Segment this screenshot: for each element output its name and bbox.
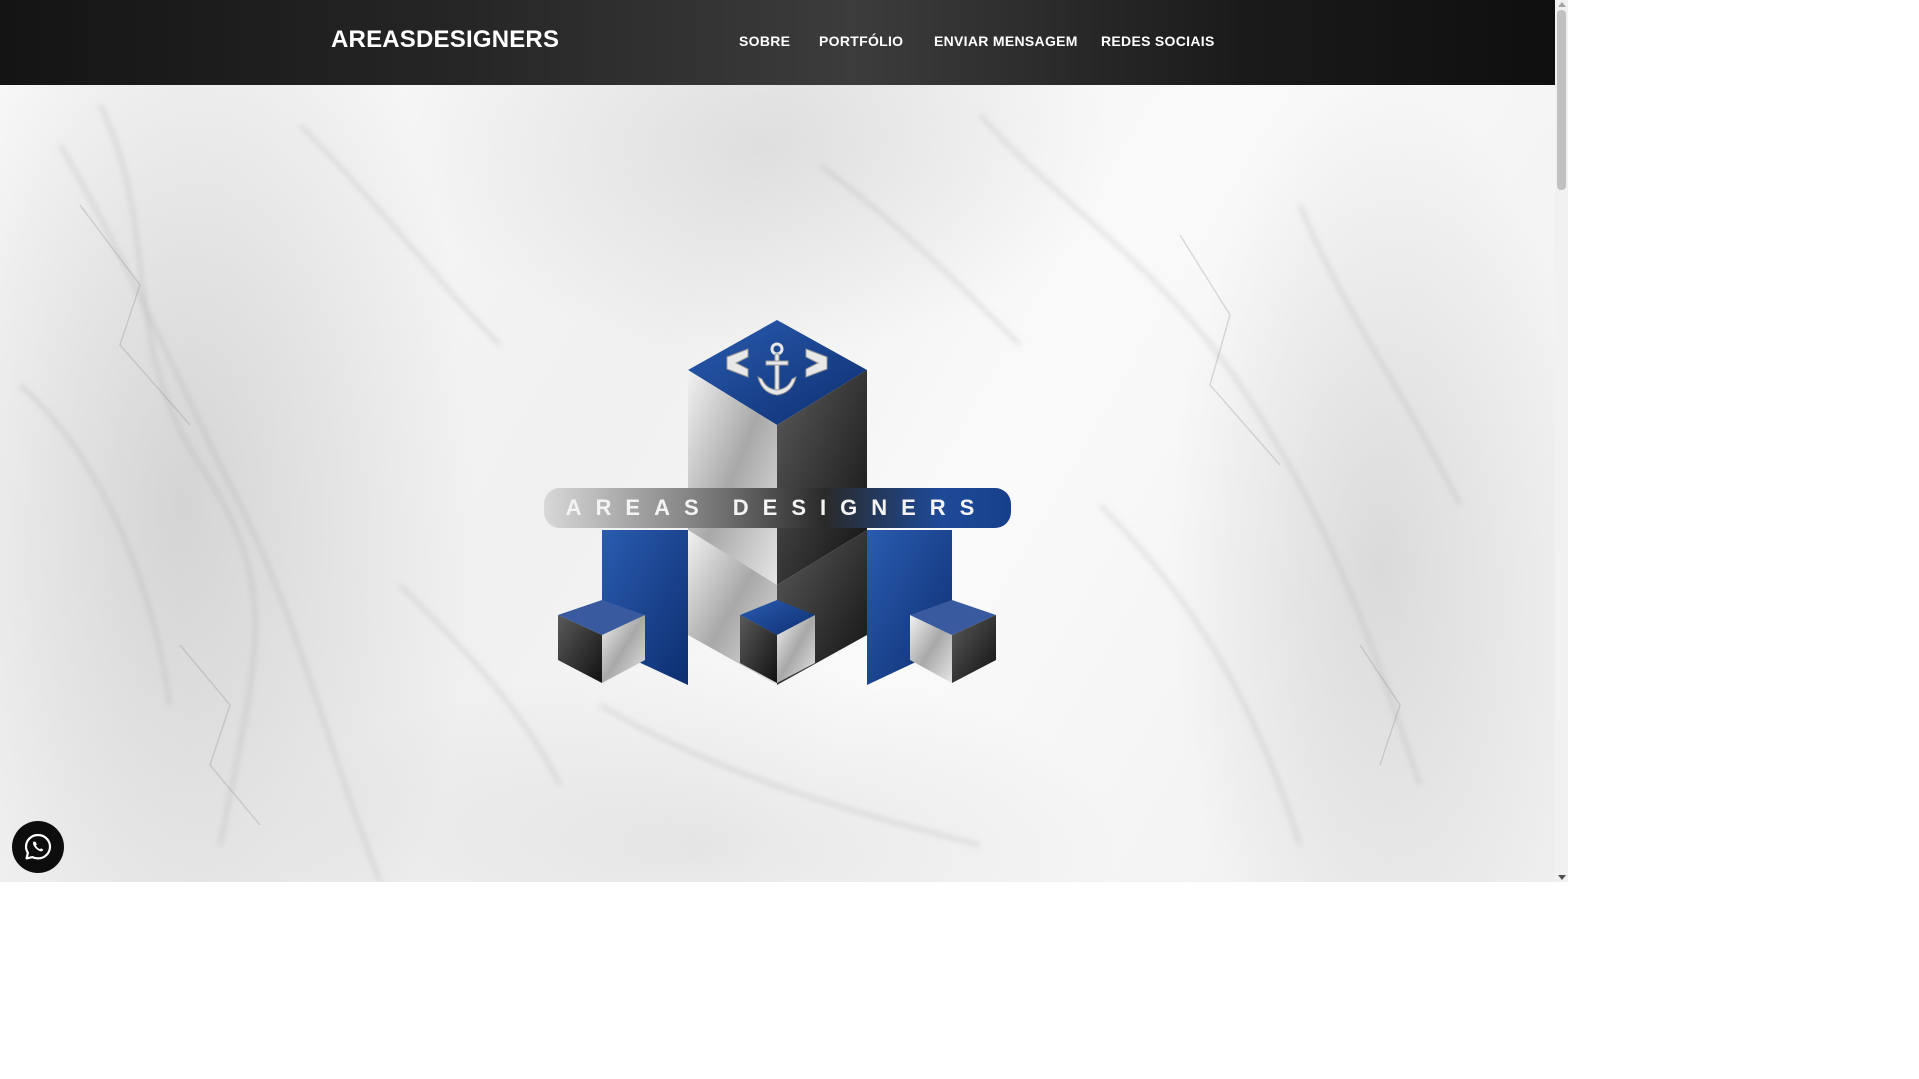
whatsapp-button[interactable] bbox=[12, 821, 64, 873]
scroll-up-arrow-icon[interactable] bbox=[1558, 2, 1566, 7]
vertical-scrollbar[interactable] bbox=[1555, 0, 1568, 882]
hero-section: AREAS DESIGNERS bbox=[0, 85, 1555, 882]
nav-link-enviar-mensagem[interactable]: ENVIAR MENSAGEM bbox=[934, 33, 1078, 49]
nav-link-sobre[interactable]: SOBRE bbox=[739, 33, 790, 49]
site-header: AREASDESIGNERS SOBRE PORTFÓLIO ENVIAR ME… bbox=[0, 0, 1555, 85]
nav-link-redes-sociais[interactable]: REDES SOCIAIS bbox=[1101, 33, 1215, 49]
areas-designers-logo: AREAS DESIGNERS bbox=[544, 320, 1011, 685]
scrollbar-thumb[interactable] bbox=[1557, 10, 1566, 190]
logo-text: AREAS DESIGNERS bbox=[566, 495, 989, 520]
scroll-down-arrow-icon[interactable] bbox=[1558, 875, 1566, 880]
main-nav: SOBRE PORTFÓLIO ENVIAR MENSAGEM REDES SO… bbox=[0, 33, 1555, 53]
page: AREAS DESIGNERS AREASDESIGNERS SOBRE POR… bbox=[0, 0, 1568, 882]
whatsapp-icon bbox=[24, 833, 52, 860]
nav-link-portfolio[interactable]: PORTFÓLIO bbox=[819, 33, 903, 49]
